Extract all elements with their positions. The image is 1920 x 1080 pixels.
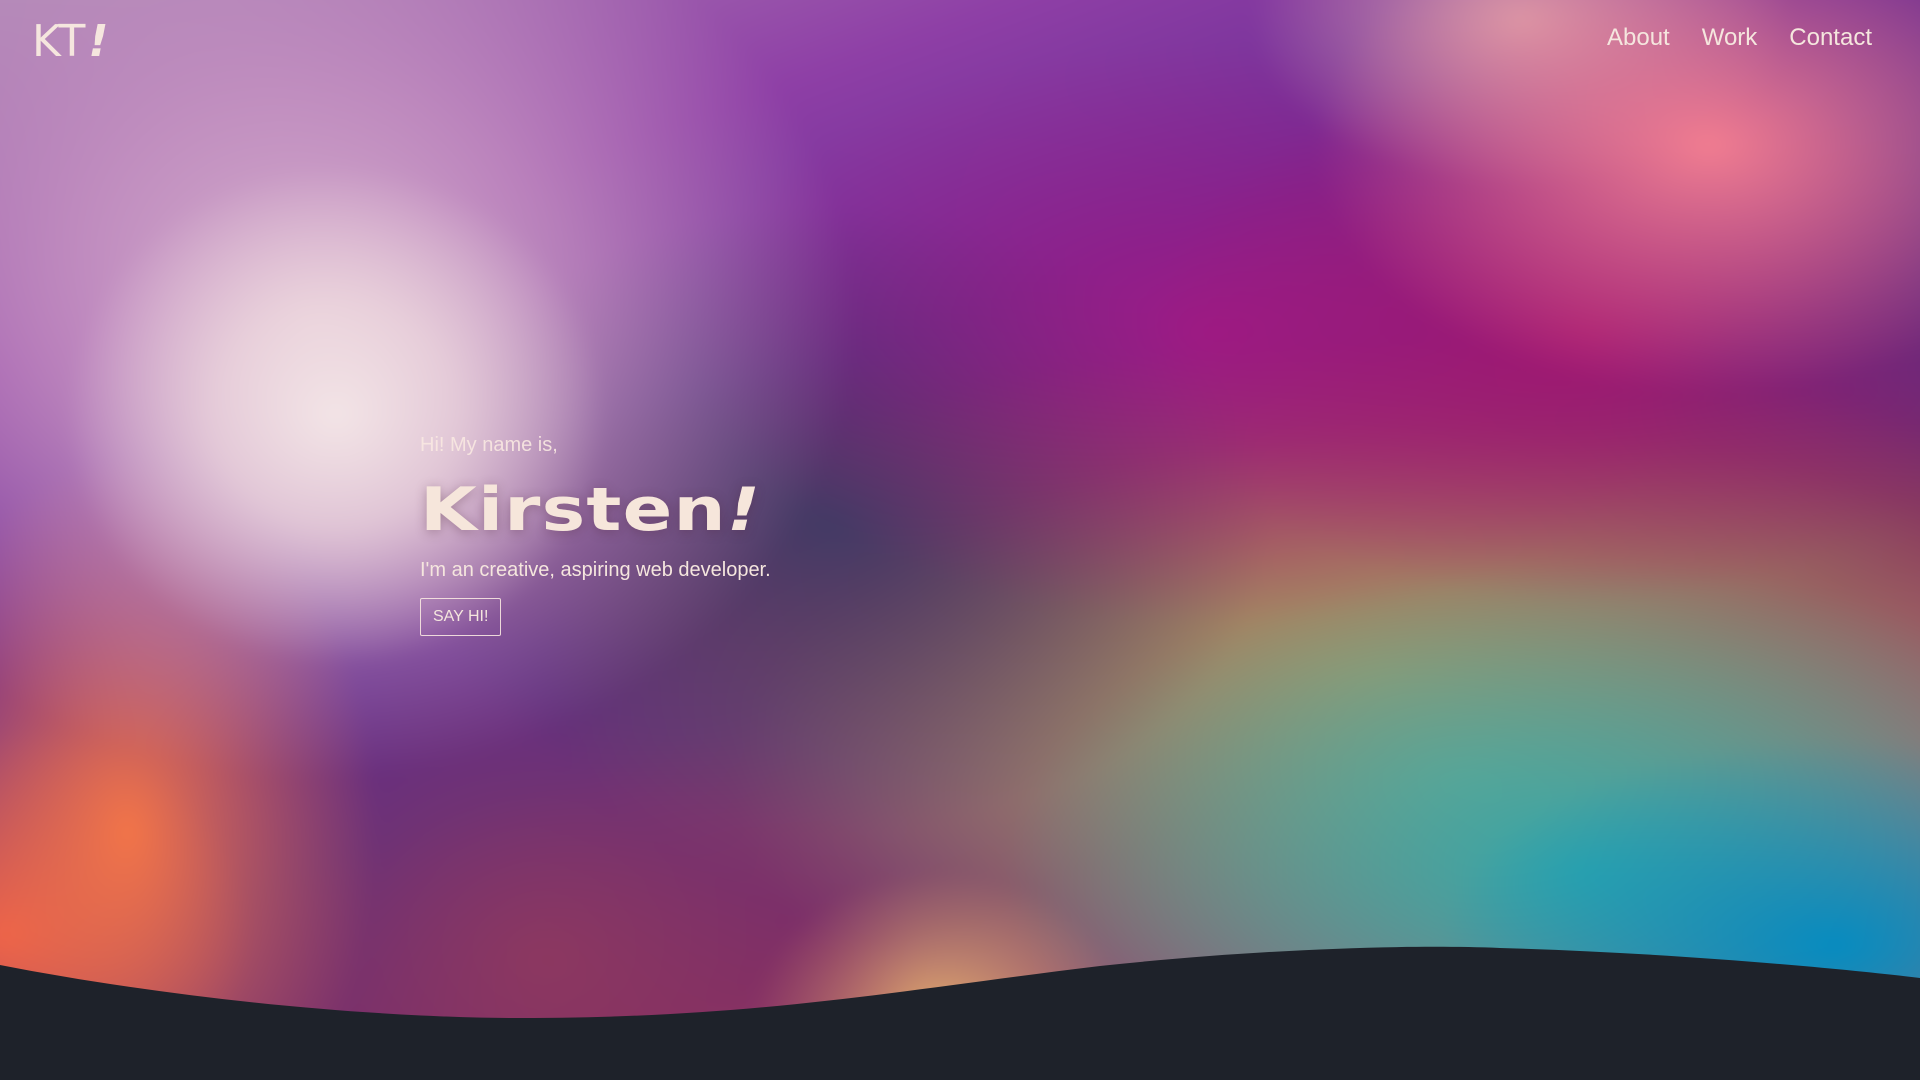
footer-wave — [0, 946, 1920, 1080]
nav-work-link[interactable]: Work — [1702, 24, 1758, 52]
hero-tagline: I'm an creative, aspiring web developer. — [420, 559, 771, 581]
gradient-background — [0, 0, 1920, 1080]
main-nav: About Work Contact — [1607, 24, 1872, 52]
hero-section: Hi! My name is, Kirsten! I'm an creative… — [420, 434, 771, 636]
logo-accent: ! — [88, 16, 110, 67]
hero-name-text: Kirsten — [420, 475, 727, 545]
hero-name: Kirsten! — [420, 475, 848, 545]
hero-name-accent: ! — [726, 475, 762, 545]
hero-greeting: Hi! My name is, — [420, 434, 558, 456]
nav-about-link[interactable]: About — [1607, 24, 1670, 52]
logo-text: KT — [32, 16, 87, 67]
nav-contact-link[interactable]: Contact — [1789, 24, 1872, 52]
say-hi-button[interactable]: SAY HI! — [420, 598, 502, 636]
logo[interactable]: KT! — [32, 16, 109, 67]
landing-page: KT! About Work Contact Hi! My name is, K… — [0, 0, 1920, 1080]
